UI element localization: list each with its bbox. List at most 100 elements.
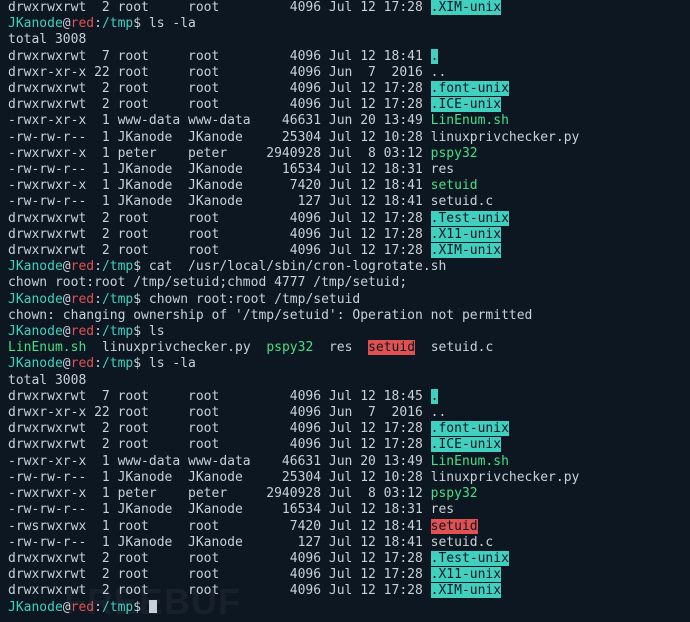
ls-cols: -rwxr-xr-x 1 www-data www-data 46631 Jun… [8,454,431,469]
command-line: JKanode@red:/tmp$ cat /usr/local/sbin/cr… [8,259,682,275]
ls-row: drwxrwxrwt 7 root root 4096 Jul 12 18:45… [8,389,682,405]
ls-cols: -rwxrwxr-x 1 peter peter 2940928 Jul 8 0… [8,146,431,161]
ls-filename: LinEnum.sh [431,113,509,128]
ls-filename: setuid [431,178,478,193]
ls-cols: -rw-rw-r-- 1 JKanode JKanode 16534 Jul 1… [8,502,431,517]
command-text: ls [149,324,165,339]
ls-filename: . [431,389,439,404]
ls-row: drwxrwxrwt 2 root root 4096 Jul 12 17:28… [8,437,682,453]
ls-filename: .X11-unix [431,227,501,242]
prompt-host: red [71,292,94,307]
ls-filename: res [431,502,454,517]
ls-row: -rw-rw-r-- 1 JKanode JKanode 25304 Jul 1… [8,130,682,146]
ls-cols: drwxrwxrwt 2 root root 4096 Jul 12 17:28 [8,551,431,566]
ls-filename: LinEnum.sh [431,454,509,469]
prompt-path: /tmp [102,259,133,274]
ls-filename: linuxprivchecker.py [431,470,580,485]
ls-row: drwxrwxrwt 2 root root 4096 Jul 12 17:28… [8,243,682,259]
command-line: JKanode@red:/tmp$ ls -la [8,16,682,32]
ls-filename: .ICE-unix [431,437,501,452]
ls-row: -rwxrwxr-x 1 peter peter 2940928 Jul 8 0… [8,146,682,162]
ls-filename: .XIM-unix [431,0,501,15]
ls-row: drwxr-xr-x 22 root root 4096 Jun 7 2016 … [8,65,682,81]
ls-row: drwxr-xr-x 22 root root 4096 Jun 7 2016 … [8,405,682,421]
ls-filename: .. [431,65,447,80]
ls-row: -rwsrwxrwx 1 root root 7420 Jul 12 18:41… [8,519,682,535]
ls-row: -rwxr-xr-x 1 www-data www-data 46631 Jun… [8,454,682,470]
chown-error: chown: changing ownership of '/tmp/setui… [8,308,682,324]
prompt-colon: : [94,324,102,339]
ls-filename: pspy32 [431,146,478,161]
terminal[interactable]: drwxrwxrwt 2 root root 4096 Jul 12 17:28… [8,0,682,616]
ls-filename: linuxprivchecker.py [431,130,580,145]
ls-cols: -rw-rw-r-- 1 JKanode JKanode 25304 Jul 1… [8,130,431,145]
ls-cols: -rwxrwxr-x 1 peter peter 2940928 Jul 8 0… [8,486,431,501]
ls-short-item: res [329,340,352,355]
command-text: ls -la [149,356,196,371]
command-line: JKanode@red:/tmp$ chown root:root /tmp/s… [8,292,682,308]
ls-cols: -rwsrwxrwx 1 root root 7420 Jul 12 18:41 [8,519,431,534]
prompt-path: /tmp [102,292,133,307]
ls-cols: drwxrwxrwt 2 root root 4096 Jul 12 17:28 [8,437,431,452]
ls-row: -rwxr-xr-x 1 www-data www-data 46631 Jun… [8,113,682,129]
cat-output: chown root:root /tmp/setuid;chmod 4777 /… [8,275,682,291]
command-text: chown root:root /tmp/setuid [149,292,360,307]
prompt-colon: : [94,16,102,31]
ls-cols: drwxrwxrwt 2 root root 4096 Jul 12 17:28 [8,243,431,258]
ls-short-item: setuid.c [431,340,494,355]
prompt-host: red [71,16,94,31]
prompt-dollar: $ [133,259,149,274]
ls-filename: .. [431,405,447,420]
prompt-at: @ [63,259,71,274]
ls-cols: drwxr-xr-x 22 root root 4096 Jun 7 2016 [8,405,431,420]
ls-filename: .XIM-unix [431,243,501,258]
ls-filename: setuid.c [431,194,494,209]
watermark: FREEBUF [64,594,241,610]
prompt-user: JKanode [8,356,63,371]
prompt-user: JKanode [8,324,63,339]
ls-row: drwxrwxrwt 2 root root 4096 Jul 12 17:28… [8,0,682,16]
ls-short-item: linuxprivchecker.py [102,340,251,355]
prompt-path: /tmp [102,324,133,339]
ls-cols: drwxrwxrwt 7 root root 4096 Jul 12 18:45 [8,389,431,404]
prompt-user: JKanode [8,292,63,307]
ls-row: -rw-rw-r-- 1 JKanode JKanode 127 Jul 12 … [8,535,682,551]
ls-row: drwxrwxrwt 2 root root 4096 Jul 12 17:28… [8,211,682,227]
ls-filename: . [431,49,439,64]
ls-row: drwxrwxrwt 2 root root 4096 Jul 12 17:28… [8,97,682,113]
ls-row: drwxrwxrwt 2 root root 4096 Jul 12 17:28… [8,227,682,243]
ls-filename: .XIM-unix [431,583,501,598]
prompt-at: @ [63,356,71,371]
command-text: cat /usr/local/sbin/cron-logrotate.sh [149,259,446,274]
prompt-dollar: $ [133,292,149,307]
ls-row: drwxrwxrwt 7 root root 4096 Jul 12 18:41… [8,49,682,65]
prompt-at: @ [63,16,71,31]
ls-filename: res [431,162,454,177]
command-line: JKanode@red:/tmp$ ls -la [8,356,682,372]
prompt-path: /tmp [102,16,133,31]
prompt-host: red [71,259,94,274]
ls-cols: drwxrwxrwt 2 root root 4096 Jul 12 17:28 [8,227,431,242]
prompt-at: @ [63,324,71,339]
ls-filename: .font-unix [431,421,509,436]
prompt-dollar: $ [133,356,149,371]
ls-row: -rw-rw-r-- 1 JKanode JKanode 16534 Jul 1… [8,162,682,178]
prompt-user: JKanode [8,259,63,274]
ls-cols: -rw-rw-r-- 1 JKanode JKanode 25304 Jul 1… [8,470,431,485]
ls-total: total 3008 [8,32,682,48]
ls-cols: drwxrwxrwt 2 root root 4096 Jul 12 17:28 [8,421,431,436]
prompt-user: JKanode [8,16,63,31]
ls-cols: drwxrwxrwt 2 root root 4096 Jul 12 17:28 [8,97,431,112]
ls-filename: setuid.c [431,535,494,550]
ls-cols: -rwxr-xr-x 1 www-data www-data 46631 Jun… [8,113,431,128]
ls-filename: pspy32 [431,486,478,501]
prompt-dollar: $ [133,16,149,31]
prompt-colon: : [94,259,102,274]
prompt-user: JKanode [8,600,63,615]
prompt-colon: : [94,292,102,307]
command-line: JKanode@red:/tmp$ ls [8,324,682,340]
ls-row: -rw-rw-r-- 1 JKanode JKanode 127 Jul 12 … [8,194,682,210]
ls-short-item: pspy32 [266,340,313,355]
prompt-host: red [71,324,94,339]
ls-cols: drwxrwxrwt 2 root root 4096 Jul 12 17:28 [8,567,431,582]
